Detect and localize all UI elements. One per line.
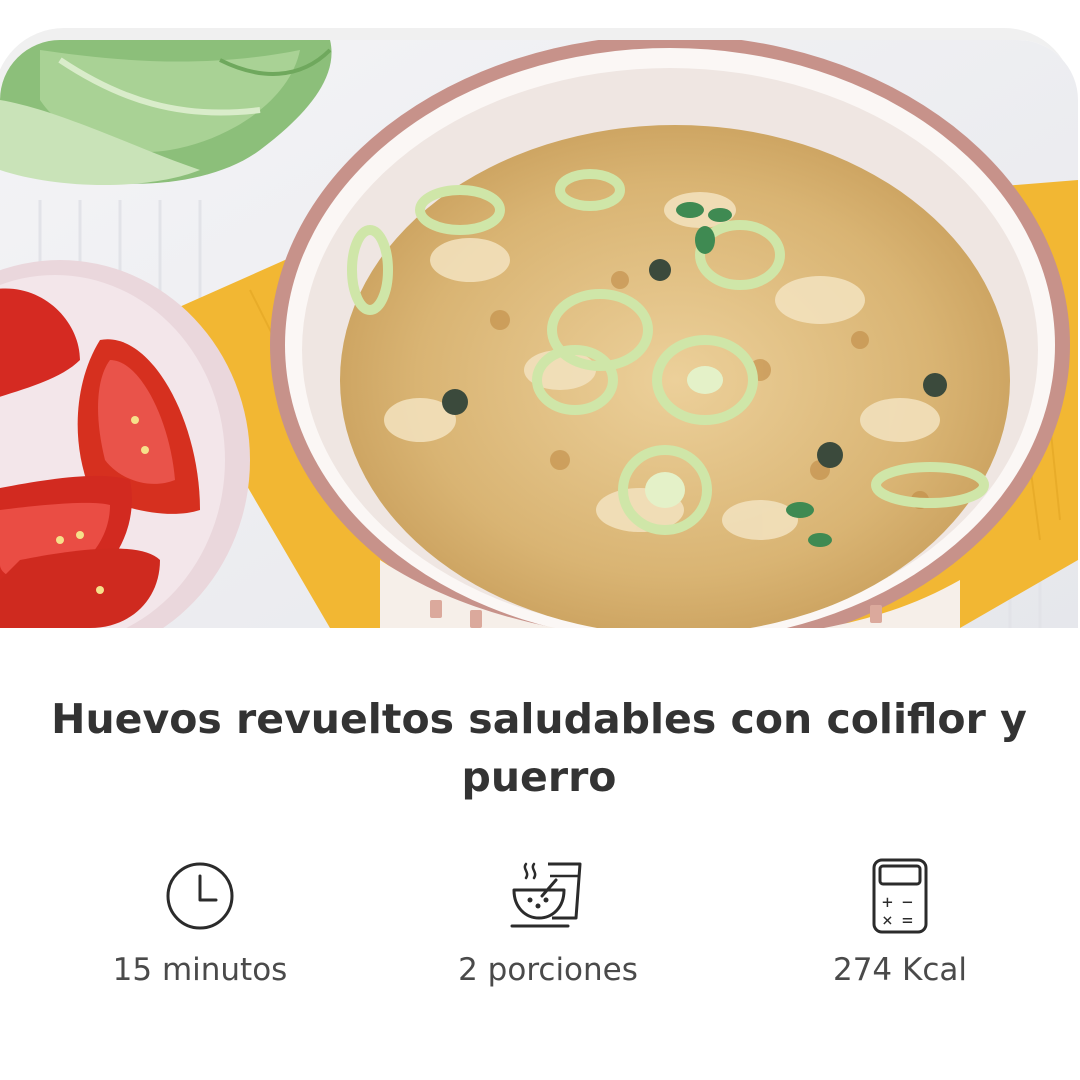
recipe-stats: 15 minutos 2 porciones + − × = 274 Kcal (0, 856, 1080, 1006)
servings-icon (510, 862, 582, 928)
recipe-card-screen: Huevos revueltos saludables con coliflor… (0, 0, 1080, 1080)
stat-time: 15 minutos (50, 856, 350, 1006)
recipe-photo[interactable] (0, 40, 1078, 628)
stat-servings-label: 2 porciones (458, 952, 638, 988)
stat-servings: 2 porciones (398, 856, 698, 1006)
clock-icon (166, 862, 234, 930)
stat-time-label: 15 minutos (112, 952, 288, 988)
stat-calories: + − × = 274 Kcal (750, 856, 1050, 1006)
calculator-icon: + − × = (872, 858, 928, 934)
stat-calories-label: 274 Kcal (832, 952, 967, 988)
svg-text:=: = (902, 910, 913, 931)
recipe-title[interactable]: Huevos revueltos saludables con coliflor… (40, 690, 1038, 806)
svg-text:×: × (882, 910, 893, 931)
